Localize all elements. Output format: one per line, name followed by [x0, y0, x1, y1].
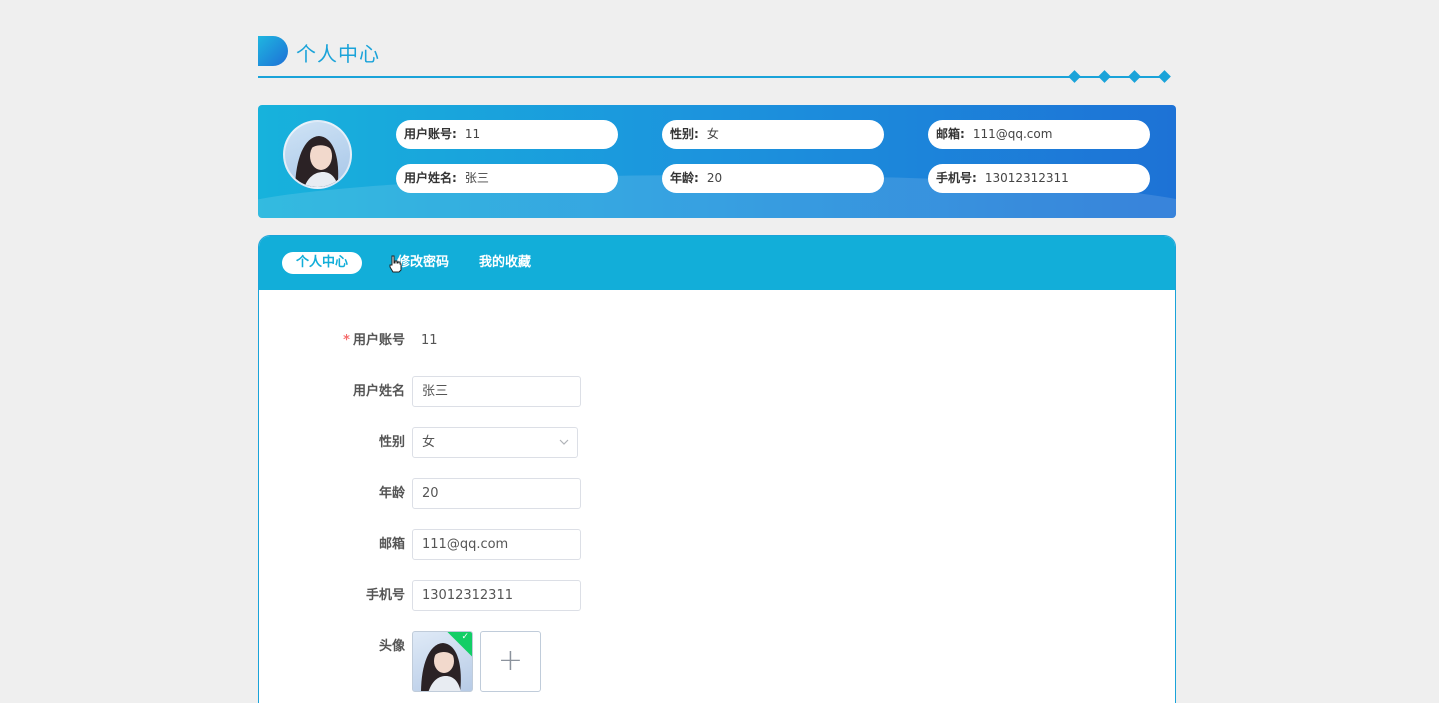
banner-field-label: 性别: — [670, 127, 699, 141]
banner-field-label: 年龄: — [670, 171, 699, 185]
add-avatar-button[interactable]: + — [480, 631, 541, 692]
banner-field-label: 用户姓名: — [404, 171, 457, 185]
banner-field-name: 用户姓名: 张三 — [396, 164, 618, 193]
check-icon: ✓ — [461, 632, 469, 642]
banner-field-label: 用户账号: — [404, 127, 457, 141]
banner-field-value: 20 — [706, 171, 723, 185]
banner-field-label: 邮箱: — [936, 127, 965, 141]
form-row-account: * 用户账号 11 — [259, 325, 1175, 357]
page-title: 个人中心 — [296, 42, 380, 66]
banner-field-account: 用户账号: 11 — [396, 120, 618, 149]
form-label-avatar: 头像 — [378, 639, 405, 654]
diamond-icon — [1098, 70, 1111, 83]
form-label-email: 邮箱 — [378, 537, 405, 552]
diamond-icon — [1128, 70, 1141, 83]
title-badge-icon — [258, 36, 288, 66]
banner-field-value: 111@qq.com — [972, 127, 1053, 141]
form-label-phone: 手机号 — [365, 588, 405, 603]
account-value: 11 — [421, 333, 438, 348]
banner-field-label: 手机号: — [936, 171, 977, 185]
hand-pointer-icon — [389, 255, 402, 273]
avatar — [283, 120, 352, 189]
form-row-age: 年龄 20 — [259, 478, 1175, 510]
age-input[interactable]: 20 — [412, 478, 581, 509]
banner-field-value: 13012312311 — [984, 171, 1069, 185]
banner-field-age: 年龄: 20 — [662, 164, 884, 193]
form-row-gender: 性别 女 — [259, 427, 1175, 459]
form-row-phone: 手机号 13012312311 — [259, 580, 1175, 612]
page-header: 个人中心 — [258, 34, 1176, 84]
tabs-bar: 个人中心 修改密码 我的收藏 — [259, 236, 1175, 290]
name-input[interactable]: 张三 — [412, 376, 581, 407]
banner-field-phone: 手机号: 13012312311 — [928, 164, 1150, 193]
profile-card: 个人中心 修改密码 我的收藏 * 用户账号 11 用户姓名 张三 性别 女 年龄 … — [258, 235, 1176, 703]
tab-personal-center[interactable]: 个人中心 — [282, 252, 363, 274]
form-label-name: 用户姓名 — [352, 384, 405, 399]
email-input[interactable]: 111@qq.com — [412, 529, 581, 560]
banner-field-value: 11 — [464, 127, 481, 141]
banner-field-value: 女 — [706, 127, 719, 141]
banner-field-gender: 性别: 女 — [662, 120, 884, 149]
form-label-age: 年龄 — [378, 486, 405, 501]
form-label-account: * 用户账号 — [343, 325, 405, 357]
form-label-gender: 性别 — [378, 435, 405, 450]
gender-select[interactable]: 女 — [412, 427, 578, 458]
banner-field-email: 邮箱: 111@qq.com — [928, 120, 1150, 149]
diamond-icon — [1068, 70, 1081, 83]
tab-my-favorites[interactable]: 我的收藏 — [479, 252, 531, 274]
form-row-avatar: 头像 ✓ + — [259, 631, 1175, 695]
avatar-portrait-icon — [295, 136, 339, 187]
banner-field-value: 张三 — [464, 171, 489, 185]
form-row-name: 用户姓名 张三 — [259, 376, 1175, 408]
phone-input[interactable]: 13012312311 — [412, 580, 581, 611]
chevron-down-icon — [559, 439, 569, 445]
user-info-banner: 用户账号: 11 性别: 女 邮箱: 111@qq.com 用户姓名: 张三 年龄: 20… — [258, 105, 1176, 218]
form-label-account-text: 用户账号 — [352, 333, 405, 348]
required-mark: * — [343, 333, 350, 348]
title-divider — [258, 76, 1168, 78]
tab-change-password[interactable]: 修改密码 — [397, 252, 449, 274]
uploaded-avatar-thumbnail[interactable]: ✓ — [412, 631, 473, 692]
form-row-email: 邮箱 111@qq.com — [259, 529, 1175, 561]
diamond-icon — [1158, 70, 1171, 83]
